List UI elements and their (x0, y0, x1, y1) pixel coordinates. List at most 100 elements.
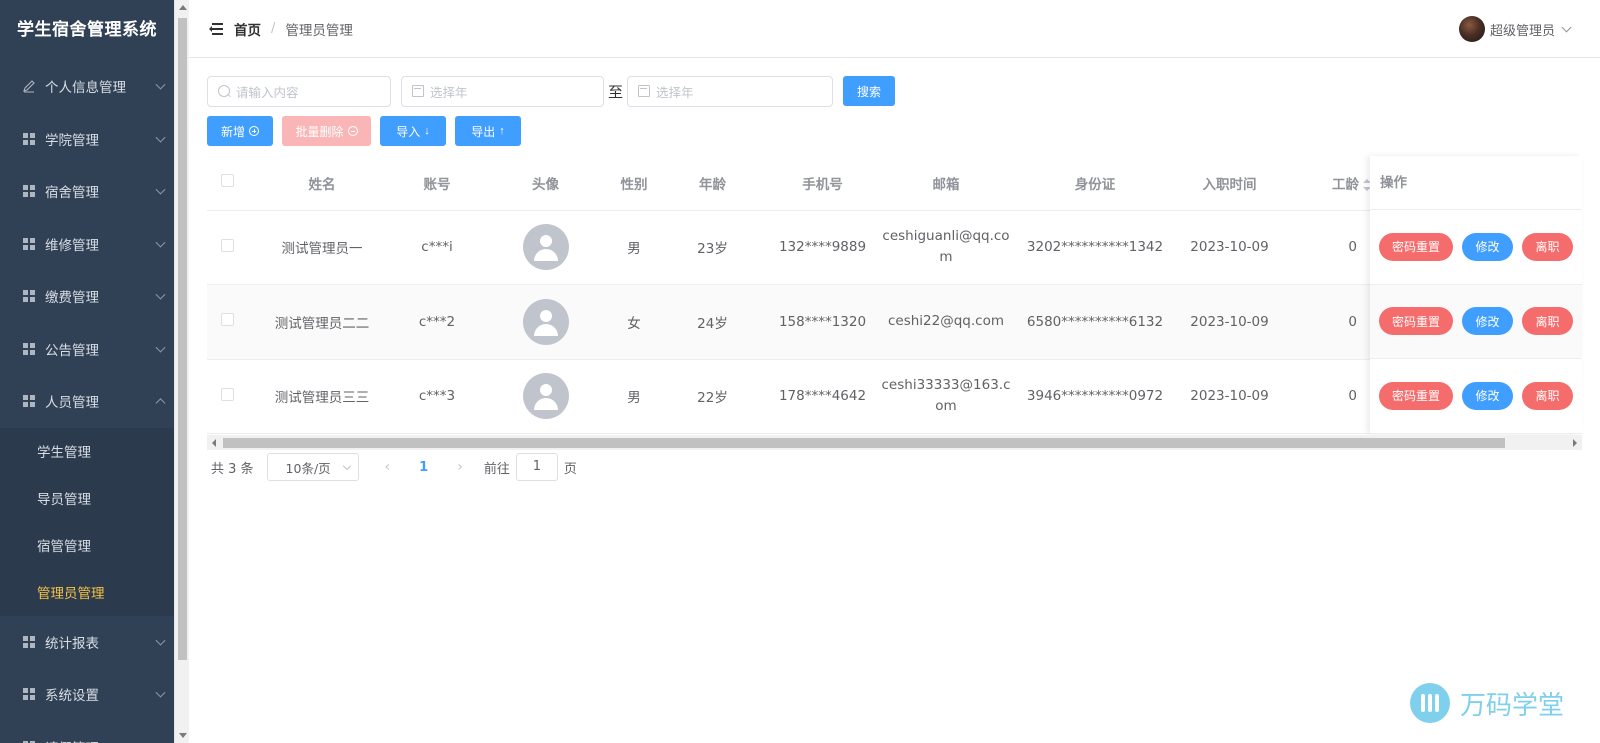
calendar-icon (638, 85, 651, 97)
row-checkbox[interactable] (220, 313, 234, 327)
sidebar-item[interactable]: 统计报表 (0, 616, 174, 669)
name-cell: 测试管理员三三 (247, 359, 397, 434)
sidebar-item[interactable]: 维修管理 (0, 218, 174, 271)
account-cell: c***3 (397, 359, 477, 434)
table-horizontal-scrollbar[interactable] (207, 435, 1582, 450)
sidebar-subitem[interactable]: 管理员管理 (0, 568, 174, 616)
row-select-cell[interactable] (207, 210, 247, 285)
user-menu[interactable]: 超级管理员 (1458, 16, 1572, 42)
reset-password-button[interactable]: 密码重置 (1379, 232, 1453, 261)
age-cell: 23岁 (654, 210, 771, 285)
calendar-icon (412, 85, 424, 97)
resign-button[interactable]: 离职 (1522, 381, 1573, 410)
year-end-picker[interactable]: 选择年 (627, 75, 834, 107)
column-header: 姓名 (247, 156, 397, 211)
gender-cell: 男 (614, 210, 654, 285)
sidebar-item-label: 缴费管理 (45, 290, 99, 307)
grid-icon (22, 132, 36, 146)
select-all-checkbox[interactable] (220, 174, 234, 188)
sidebar-subitem[interactable]: 学生管理 (0, 427, 174, 475)
row-checkbox[interactable] (220, 238, 234, 252)
sidebar-item-label: 人员管理 (45, 395, 99, 412)
breadcrumb-home[interactable]: 首页 (234, 19, 261, 39)
plus-circle-icon (249, 126, 259, 136)
grid-icon (22, 184, 36, 198)
goto-page-input[interactable]: 1 (515, 453, 558, 481)
batch-delete-button[interactable]: 批量删除 (282, 116, 371, 146)
scroll-right-arrow-icon[interactable] (1573, 439, 1577, 447)
edit-button[interactable]: 修改 (1462, 232, 1513, 261)
import-label: 导入 (396, 124, 421, 139)
export-button[interactable]: 导出 ↑ (455, 116, 521, 146)
scroll-left-arrow-icon[interactable] (212, 439, 216, 447)
grid-icon (22, 289, 36, 303)
sidebar-subitem[interactable]: 导员管理 (0, 474, 174, 522)
sidebar-item-label: 维修管理 (45, 237, 99, 254)
account-cell: c***i (397, 210, 477, 285)
year-start-placeholder: 选择年 (430, 84, 468, 100)
hire-date-cell: 2023-10-09 (1172, 210, 1287, 285)
scroll-down-arrow-icon[interactable] (179, 733, 187, 738)
batch-delete-label: 批量删除 (295, 124, 344, 139)
sidebar-item[interactable]: 公告管理 (0, 323, 174, 376)
scrollbar-thumb[interactable] (178, 18, 187, 660)
prev-page-icon[interactable]: ‹ (385, 459, 391, 475)
sidebar-subitem[interactable]: 宿管管理 (0, 521, 174, 569)
reset-password-button[interactable]: 密码重置 (1379, 307, 1453, 336)
sidebar-item[interactable]: 学院管理 (0, 113, 174, 166)
id-card-cell: 3202**********1342 (1018, 210, 1172, 285)
chevron-down-icon (155, 184, 166, 195)
import-button[interactable]: 导入 ↓ (380, 116, 446, 146)
arrow-down-icon: ↓ (424, 125, 430, 137)
page-number[interactable]: 1 (419, 460, 428, 475)
toolbar: 新增 批量删除 导入 ↓ 导出 ↑ (207, 116, 1582, 146)
seniority-cell: 0 (1287, 210, 1377, 285)
sidebar-item[interactable]: 系统设置 (0, 668, 174, 721)
sidebar-item[interactable]: 个人信息管理 (0, 60, 174, 113)
edit-button[interactable]: 修改 (1462, 381, 1513, 410)
avatar (522, 298, 569, 345)
actions-row: 密码重置 修改 离职 (1370, 210, 1582, 285)
edit-button[interactable]: 修改 (1462, 307, 1513, 336)
sidebar-item-label: 请假管理 (45, 737, 99, 743)
sidebar-item[interactable]: 宿舍管理 (0, 165, 174, 218)
row-select-cell[interactable] (207, 284, 247, 360)
scroll-up-arrow-icon[interactable] (179, 5, 187, 10)
goto-suffix: 页 (563, 461, 577, 477)
chevron-down-icon[interactable] (1561, 22, 1572, 32)
column-header: 身份证 (1018, 156, 1172, 211)
column-header: 性别 (614, 156, 654, 211)
reset-password-button[interactable]: 密码重置 (1379, 381, 1453, 410)
sidebar-item[interactable]: 请假管理 (0, 721, 174, 743)
avatar-cell (477, 284, 614, 360)
search-button[interactable]: 搜索 (843, 76, 896, 106)
user-name[interactable]: 超级管理员 (1490, 20, 1555, 39)
sidebar-scrollbar[interactable] (174, 0, 189, 743)
chevron-down-icon (155, 289, 166, 300)
keyword-input[interactable]: 请输入内容 (207, 75, 391, 107)
user-avatar[interactable] (1458, 16, 1485, 42)
page-size-select[interactable]: 10条/页 (266, 453, 359, 481)
account-cell: c***2 (397, 284, 477, 360)
add-button[interactable]: 新增 (207, 116, 273, 146)
resign-button[interactable]: 离职 (1522, 232, 1573, 261)
sidebar-item[interactable]: 缴费管理 (0, 270, 174, 323)
row-select-cell[interactable] (207, 359, 247, 434)
menu-collapse-icon[interactable] (209, 22, 223, 35)
select-all-cell[interactable] (207, 156, 247, 211)
app-title: 学生宿舍管理系统 (17, 20, 157, 40)
page-size-value: 10条/页 (285, 460, 331, 476)
row-checkbox[interactable] (220, 387, 234, 401)
sidebar-item[interactable]: 人员管理 (0, 375, 174, 428)
range-to-label: 至 (608, 82, 624, 101)
column-header: 工龄 (1332, 176, 1359, 193)
seniority-header[interactable]: 工龄 (1287, 156, 1377, 211)
chevron-down-icon (342, 461, 351, 471)
next-page-icon[interactable]: › (457, 459, 463, 475)
column-header: 操作 (1370, 156, 1582, 210)
scrollbar-thumb[interactable] (223, 438, 1505, 448)
year-start-picker[interactable]: 选择年 (401, 75, 604, 107)
sidebar-item-label: 宿舍管理 (45, 185, 99, 202)
resign-button[interactable]: 离职 (1522, 307, 1573, 336)
id-card-cell: 3946**********0972 (1018, 359, 1172, 434)
